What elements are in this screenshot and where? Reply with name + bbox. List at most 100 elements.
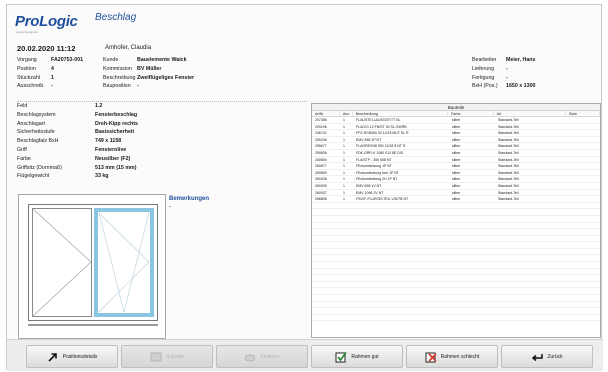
table-cell-art: Standard-Teil xyxy=(498,144,519,149)
table-cell-art: Standard-Teil xyxy=(498,183,519,188)
frame-ok-button[interactable]: Rahmen gut xyxy=(311,345,403,368)
table-cell-anz: 1 xyxy=(343,197,345,202)
empty-row xyxy=(312,242,600,249)
detail-label: Flügelgewicht xyxy=(17,173,50,180)
empty-row xyxy=(312,262,600,269)
table-cell-art: Standard-Teil xyxy=(498,164,519,169)
back-button[interactable]: Zurück xyxy=(501,345,593,368)
table-cell-art: Standard-Teil xyxy=(498,197,519,202)
window-sill xyxy=(28,324,158,326)
table-cell-artnr: 266838 xyxy=(315,197,327,202)
empty-row xyxy=(312,275,600,282)
table-cell-artnr: 209196 xyxy=(315,124,327,129)
customer-value: Bauelemente Waick xyxy=(137,57,187,63)
detail-value: Neusilber (F2) xyxy=(95,155,131,162)
table-row[interactable]: 260654 1 FLA/STP - 350 658 NT silber Standar… xyxy=(312,157,600,164)
logo-subtitle: www.prologic.de xyxy=(16,30,38,34)
table-cell-farbe: silber xyxy=(452,170,461,175)
order-value: FA20753-001 xyxy=(51,57,84,63)
col-color[interactable]: Farbe xyxy=(448,111,494,116)
parts-title: Bauteile xyxy=(312,104,600,111)
order-col3: Bearbeiter Meier, Hans Lieferung - Fertigu… xyxy=(472,56,535,91)
table-cell-artnr: 207356 xyxy=(315,118,327,122)
empty-row xyxy=(312,269,600,276)
table-cell-artnr: 260937 xyxy=(315,190,327,195)
read-in-label: Einlesen xyxy=(260,353,280,360)
table-row[interactable]: 259836 1 FDK-GRR-K 1060 013 8E DIS silber St… xyxy=(312,150,600,157)
table-row[interactable]: 255677 1 FLAGRE9/38 300 12/18 8 NT R silber… xyxy=(312,143,600,150)
parts-rows: 207356 1 FLAUSTELLAUSGST/TT SL silber Standa… xyxy=(312,117,600,322)
table-row[interactable]: 207356 1 FLAUSTELLAUSGST/TT SL silber Standa… xyxy=(312,117,600,124)
table-row[interactable]: 260899 1 FEckumlenkung fuer 1P NT silber Sta… xyxy=(312,170,600,177)
table-cell-anz: 1 xyxy=(343,183,345,188)
table-cell-artnr: 255677 xyxy=(315,144,327,149)
order-label: Beschreibung xyxy=(103,74,136,81)
window-drawing xyxy=(18,194,166,339)
production-value: - xyxy=(506,74,508,81)
table-cell-anz: 1 xyxy=(343,170,345,175)
order-label: Kunde xyxy=(103,57,119,63)
col-description[interactable]: Beschreibung xyxy=(353,111,449,116)
order-label: Lieferung xyxy=(472,65,495,72)
table-cell-farbe: silber xyxy=(452,190,461,195)
table-cell-art: Standard-Teil xyxy=(498,170,519,175)
detail-value: 33 kg xyxy=(95,173,109,180)
session-user: Amhofer, Claudia xyxy=(105,45,152,51)
back-arrow-icon xyxy=(531,351,544,363)
order-label: Fertigung xyxy=(472,74,495,81)
detail-value: Basissicherheit xyxy=(95,129,135,136)
table-cell-anz: 1 xyxy=(343,124,345,129)
dimension-value: 1650 x 1300 xyxy=(506,83,536,90)
table-cell-artnr: 260654 xyxy=(315,157,327,162)
table-row[interactable]: 209196 1 FLAG/G 12 FN/ST 02 SL OWRB silber S… xyxy=(312,124,600,131)
table-row[interactable]: 260937 1 EMV 1098 2V NT silber Standard-Teil xyxy=(312,190,600,197)
table-cell-anz: 1 xyxy=(343,190,345,195)
detail-label: Farbe xyxy=(17,155,31,162)
detail-value: 513 mm (15 mm) xyxy=(95,164,137,171)
table-cell-anz: 1 xyxy=(343,157,345,162)
page-title: Beschlag xyxy=(95,12,137,23)
detail-label: Beschlagfalz BxH xyxy=(17,138,59,145)
table-row[interactable]: 266838 1 FSG/F-FLUEGELTEIL VIS/TB NT silber… xyxy=(312,196,600,203)
col-count[interactable]: Anz xyxy=(340,111,353,116)
table-cell-desc: FLAG/G 12 FN/ST 02 SL OWRB xyxy=(356,124,407,129)
table-row[interactable]: 260928 1 FEckumlenkung 2H 1P NT silber Stand… xyxy=(312,176,600,183)
table-cell-anz: 1 xyxy=(343,177,345,182)
empty-row xyxy=(312,229,600,236)
back-label: Zurück xyxy=(547,353,563,360)
table-row[interactable]: 260877 1 FEckumlenkung 1P NT silber Standard… xyxy=(312,163,600,170)
detail-label: Sicherheitsstufe xyxy=(17,129,55,136)
table-row[interactable]: 246742 1 FFZ-RCB060 03 12/18 MUT SL R silbe… xyxy=(312,130,600,137)
order-col2: Kunde Bauelemente Waick Kommission BV Müll… xyxy=(103,56,194,91)
frame-bad-button[interactable]: Rahmen schlecht xyxy=(406,345,498,368)
detail-label: Griffsitz (Dornmaß) xyxy=(17,164,62,171)
empty-row xyxy=(312,282,600,289)
table-row[interactable]: 255296 1 EMV 658 1P NT silber Standard-Teil xyxy=(312,137,600,144)
read-in-button[interactable]: Einlesen xyxy=(216,345,308,368)
empty-row xyxy=(312,203,600,210)
empty-row xyxy=(312,236,600,243)
col-artnr[interactable]: ArtNr xyxy=(312,111,340,116)
col-drill[interactable]: Bohr xyxy=(566,111,601,116)
table-row[interactable]: 260935 1 EMV 658 1V NT silber Standard-Teil xyxy=(312,183,600,190)
order-label: Vorgang xyxy=(17,57,37,63)
col-type[interactable]: Art xyxy=(494,111,567,116)
table-cell-desc: FSG/F-FLUEGELTEIL VIS/TB NT xyxy=(356,197,409,202)
table-cell-art: Standard-Teil xyxy=(498,177,519,182)
empty-row xyxy=(312,255,600,263)
order-label: Bauposition xyxy=(103,83,131,90)
table-cell-farbe: silber xyxy=(452,131,461,136)
pane-icon xyxy=(150,351,162,363)
table-cell-art: Standard-Teil xyxy=(498,124,519,129)
position-details-button[interactable]: Positionsdetails xyxy=(26,345,118,368)
detail-label: Beschlagsystem xyxy=(17,111,56,118)
pane-label: Scheibe xyxy=(165,353,185,360)
table-cell-art: Standard-Teil xyxy=(498,131,519,136)
pane-button[interactable]: Scheibe xyxy=(121,345,213,368)
order-label: Ausschreib. xyxy=(17,83,45,90)
table-cell-art: Standard-Teil xyxy=(498,118,519,122)
fitting-details: Feld 1.2 Beschlagsystem Fensterbeschlag An… xyxy=(17,102,138,181)
detail-label: Anschlagart xyxy=(17,120,45,127)
table-cell-farbe: silber xyxy=(452,144,461,149)
description-value: Zweiflügeliges Fenster xyxy=(137,74,195,81)
